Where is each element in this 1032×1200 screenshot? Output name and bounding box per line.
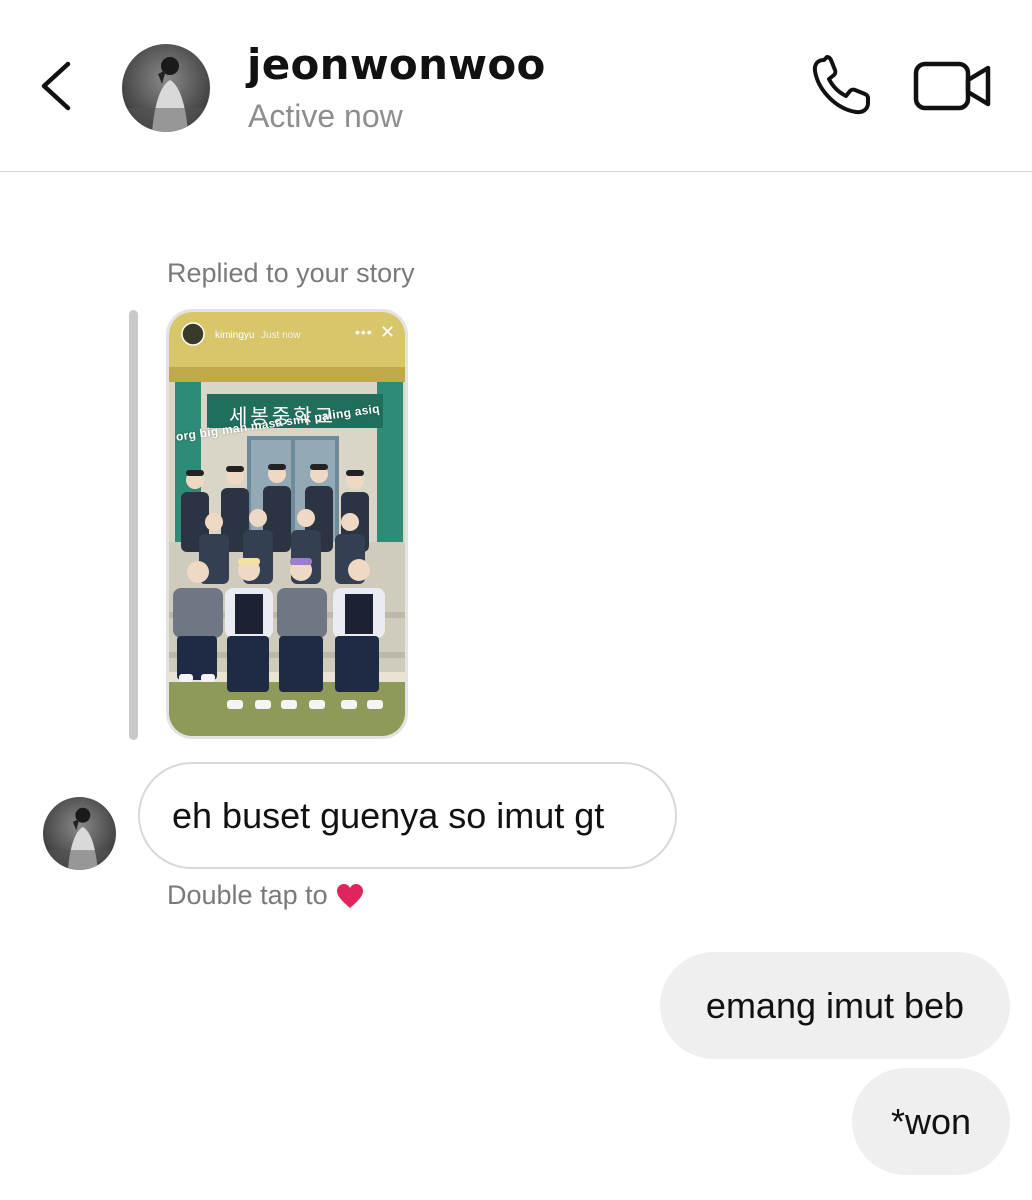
sender-avatar[interactable] [43,797,116,870]
outgoing-message-bubble[interactable]: *won [852,1068,1010,1175]
chat-title[interactable]: jeonwonwoo [247,40,546,89]
audio-call-button[interactable] [808,54,878,120]
reply-indicator-bar [129,310,138,740]
message-text: *won [890,1100,972,1142]
story-timestamp: Just now [261,330,301,341]
video-call-button[interactable] [912,56,994,116]
close-icon: ✕ [380,322,396,342]
back-button[interactable] [34,58,82,114]
heart-icon [336,883,363,908]
outgoing-message-bubble[interactable]: emang imut beb [660,952,1010,1059]
chevron-left-icon [41,61,71,111]
message-text: emang imut beb [705,984,965,1026]
double-tap-hint: Double tap to [167,880,364,911]
more-dots-icon: ••• [355,324,373,340]
incoming-message-bubble[interactable]: eh buset guenya so imut gt [138,762,677,869]
chat-header: jeonwonwoo Active now [0,0,1032,172]
story-username: kimingyu [215,330,255,341]
hint-text: Double tap to [167,880,328,910]
phone-icon [812,55,870,115]
avatar[interactable] [122,44,210,132]
active-status: Active now [248,98,403,134]
replied-to-story-label: Replied to your story [167,258,415,288]
video-camera-icon [913,61,991,111]
message-text: eh buset guenya so imut gt [172,794,605,836]
story-preview[interactable]: kimingyu Just now ••• ✕ 세봉중학교 org big ma… [166,309,408,739]
